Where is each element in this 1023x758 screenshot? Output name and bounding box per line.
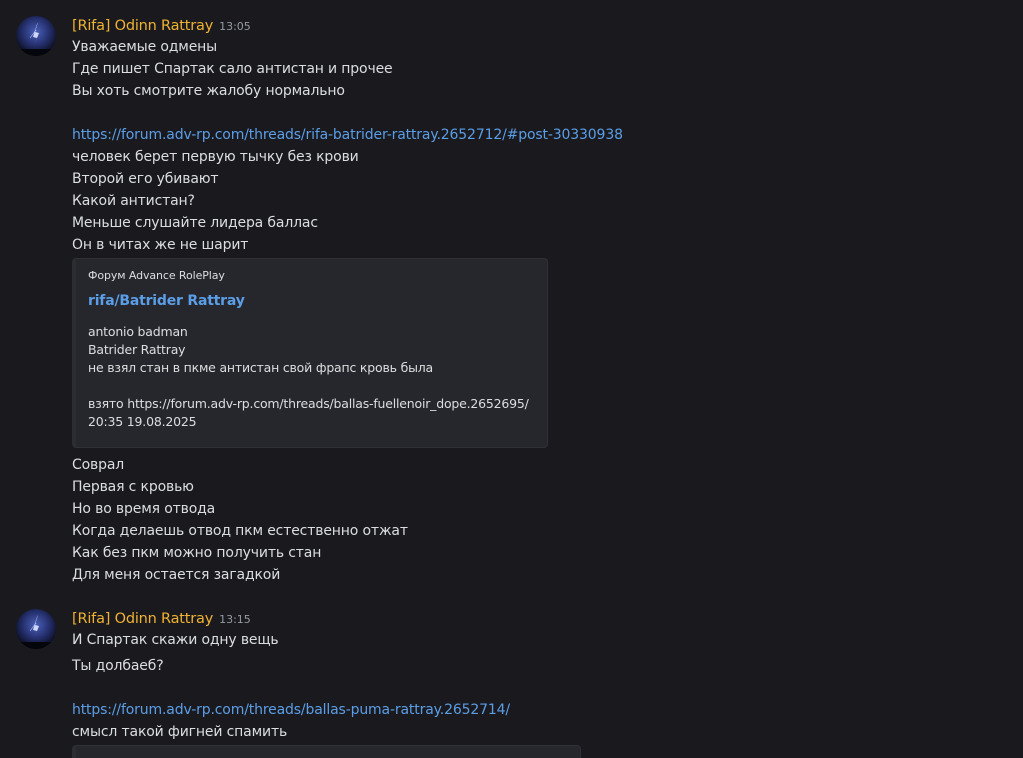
embed-description-line: Batrider Rattray xyxy=(88,342,186,357)
message-line: И Спартак скажи одну вещь xyxy=(72,632,279,648)
lightning-avatar-icon xyxy=(16,609,56,649)
user-avatar[interactable] xyxy=(16,609,56,649)
message-line: смысл такой фигней спамить xyxy=(72,724,288,740)
message-line: Но во время отвода xyxy=(72,501,216,517)
message-line: Уважаемые одмены xyxy=(72,39,218,55)
message-line: Ты долбаеб? xyxy=(72,658,164,674)
embed-description-line: antonio badman xyxy=(88,324,188,339)
message-line: Какой антистан? xyxy=(72,193,195,209)
user-avatar[interactable] xyxy=(16,16,56,56)
embed-title-link[interactable]: rifa/Batrider Rattray xyxy=(88,293,245,309)
link-embed: Форум Advance RolePlay rifa/Batrider Rat… xyxy=(72,258,548,448)
message-line: человек берет первую тычку без крови xyxy=(72,149,359,165)
message-line: Первая с кровью xyxy=(72,479,194,495)
message-line: Он в читах же не шарит xyxy=(72,237,249,253)
message-timestamp[interactable]: 13:05 xyxy=(219,20,251,33)
embed-description-line: взято https://forum.adv-rp.com/threads/b… xyxy=(88,396,529,411)
message-header: [Rifa] Odinn Rattray 13:15 xyxy=(72,607,251,629)
message-line: Второй его убивают xyxy=(72,171,219,187)
embed-description-line: не взял стан в пкме антистан свой фрапс … xyxy=(88,360,433,375)
embed-description-line: 20:35 19.08.2025 xyxy=(88,414,197,429)
message-link[interactable]: https://forum.adv-rp.com/threads/ballas-… xyxy=(72,699,510,721)
message-line: Соврал xyxy=(72,457,125,473)
author-name[interactable]: [Rifa] Odinn Rattray xyxy=(72,611,213,627)
message-line: Когда делаешь отвод пкм естественно отжа… xyxy=(72,523,408,539)
message-timestamp[interactable]: 13:15 xyxy=(219,613,251,626)
message-line: Вы хоть смотрите жалобу нормально xyxy=(72,83,345,99)
message-line: Меньше слушайте лидера баллас xyxy=(72,215,318,231)
lightning-avatar-icon xyxy=(16,16,56,56)
link-embed xyxy=(72,745,581,758)
message-line: Как без пкм можно получить стан xyxy=(72,545,322,561)
chat-log: [Rifa] Odinn Rattray 13:05 Уважаемые одме… xyxy=(0,0,1023,758)
message-line: Где пишет Спартак сало антистан и прочее xyxy=(72,61,393,77)
message-link[interactable]: https://forum.adv-rp.com/threads/rifa-ba… xyxy=(72,124,623,146)
message-line: Для меня остается загадкой xyxy=(72,567,281,583)
message-header: [Rifa] Odinn Rattray 13:05 xyxy=(72,14,251,36)
author-name[interactable]: [Rifa] Odinn Rattray xyxy=(72,18,213,34)
embed-provider[interactable]: Форум Advance RolePlay xyxy=(88,269,225,282)
